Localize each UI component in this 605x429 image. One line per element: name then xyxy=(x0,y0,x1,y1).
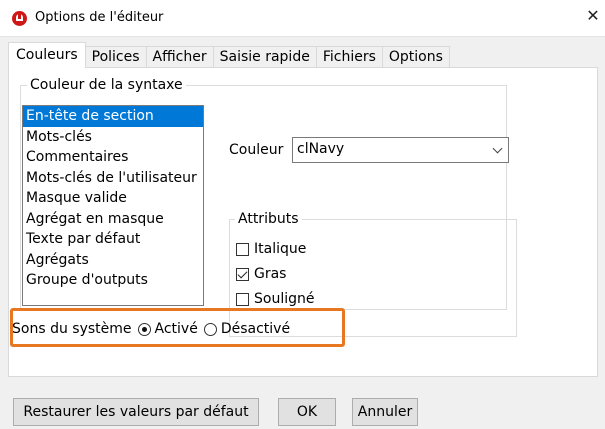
color-dropdown[interactable]: clNavy xyxy=(292,137,509,163)
restore-defaults-button[interactable]: Restaurer les valeurs par défaut xyxy=(13,398,259,426)
tab-polices[interactable]: Polices xyxy=(84,46,147,68)
bold-checkbox[interactable] xyxy=(236,267,249,281)
attributes-legend: Attributs xyxy=(235,211,302,227)
italic-checkbox[interactable] xyxy=(236,242,249,256)
tab-strip: Couleurs Polices Afficher Saisie rapide … xyxy=(8,42,450,68)
list-item-texte-par-defaut[interactable]: Texte par défaut xyxy=(23,229,203,250)
tab-fichiers[interactable]: Fichiers xyxy=(315,46,383,68)
list-item-commentaires[interactable]: Commentaires xyxy=(23,147,203,168)
list-item-agregat-en-masque[interactable]: Agrégat en masque xyxy=(23,209,203,230)
color-label: Couleur xyxy=(229,142,284,158)
underline-option[interactable]: Souligné xyxy=(236,289,314,309)
list-item-masque-valide[interactable]: Masque valide xyxy=(23,188,203,209)
window-title: Options de l'éditeur xyxy=(35,10,164,25)
highlight-annotation xyxy=(10,308,345,347)
list-item-agregats[interactable]: Agrégats xyxy=(23,250,203,271)
bold-label: Gras xyxy=(254,266,287,282)
title-bar: Options de l'éditeur ✕ xyxy=(0,0,605,36)
italic-option[interactable]: Italique xyxy=(236,239,306,259)
list-item-mots-cles-utilisateur[interactable]: Mots-clés de l'utilisateur xyxy=(23,168,203,189)
underline-label: Souligné xyxy=(254,291,315,307)
tab-afficher[interactable]: Afficher xyxy=(145,46,214,68)
app-logo-icon xyxy=(12,11,27,26)
tab-saisie-rapide[interactable]: Saisie rapide xyxy=(212,46,317,68)
color-dropdown-value: clNavy xyxy=(297,141,345,157)
bold-option[interactable]: Gras xyxy=(236,264,286,284)
underline-checkbox[interactable] xyxy=(236,292,249,306)
italic-label: Italique xyxy=(254,241,307,257)
syntax-color-legend: Couleur de la syntaxe xyxy=(27,77,186,93)
chevron-down-icon xyxy=(492,143,503,154)
list-item-mots-cles[interactable]: Mots-clés xyxy=(23,127,203,148)
close-button[interactable]: ✕ xyxy=(583,4,603,28)
cancel-button[interactable]: Annuler xyxy=(352,398,418,426)
list-item-en-tete-de-section[interactable]: En-tête de section xyxy=(23,106,203,127)
list-item-groupe-outputs[interactable]: Groupe d'outputs xyxy=(23,270,203,291)
tab-couleurs[interactable]: Couleurs xyxy=(8,42,86,68)
syntax-element-list[interactable]: En-tête de section Mots-clés Commentaire… xyxy=(22,105,204,306)
ok-button[interactable]: OK xyxy=(278,398,336,426)
tab-options[interactable]: Options xyxy=(381,46,450,68)
dialog-body: Couleurs Polices Afficher Saisie rapide … xyxy=(0,36,605,429)
